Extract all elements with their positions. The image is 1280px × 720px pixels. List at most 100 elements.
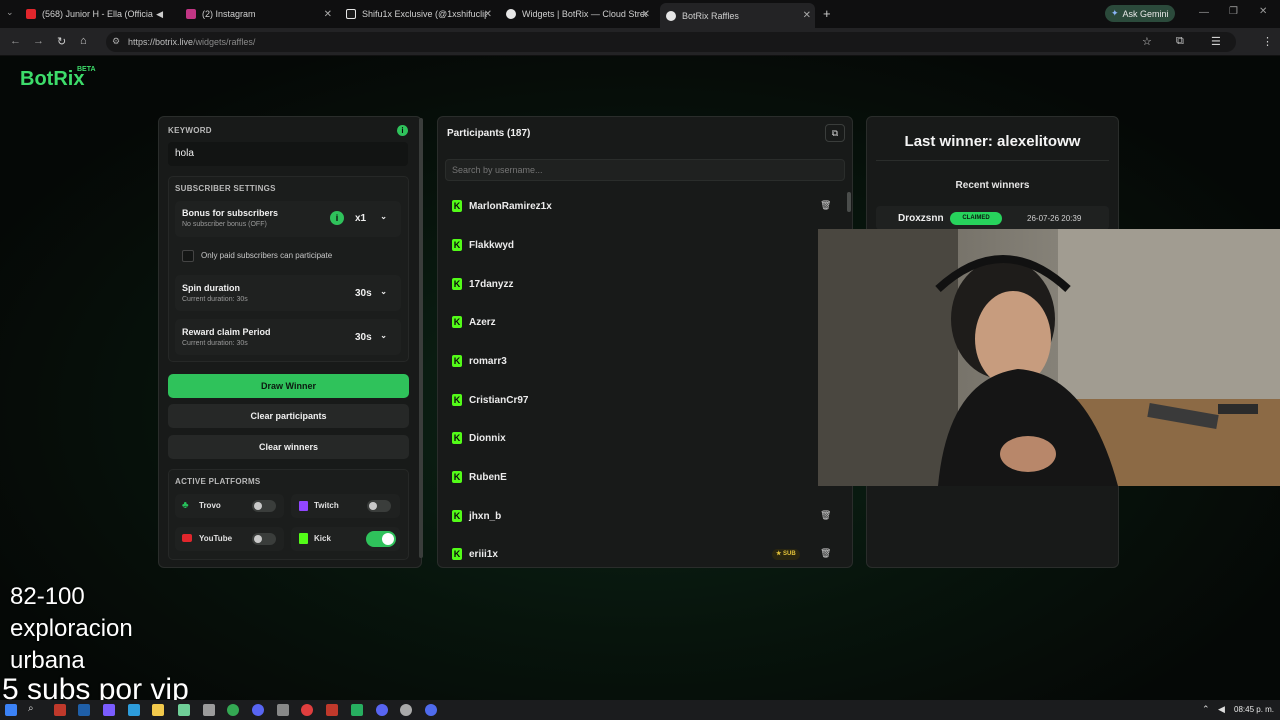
trash-icon[interactable]: 🗑 — [820, 548, 831, 559]
list-item[interactable]: K RubenE — [445, 461, 845, 495]
reward-subtitle: Current duration: 30s — [182, 340, 248, 347]
chrome-icon[interactable] — [227, 704, 239, 716]
tiktok-icon — [346, 9, 356, 19]
list-item[interactable]: K Dionnix — [445, 422, 845, 456]
close-tab-icon[interactable]: ✕ — [803, 10, 811, 21]
browser-tab-bar: ⌄ (568) Junior H - Ella (Officia ◀ (2) I… — [0, 0, 1280, 28]
list-item[interactable]: K eriii1x ★ SUB 🗑 — [445, 538, 845, 572]
botrix-icon — [506, 9, 516, 19]
kick-icon: K — [452, 548, 462, 560]
list-item[interactable]: K MarlonRamirez1x 🗑 — [445, 190, 845, 224]
extensions-icon[interactable]: ⧉ — [1176, 35, 1184, 48]
ask-gemini-button[interactable]: ✦ Ask Gemini — [1105, 5, 1175, 22]
twitch-toggle[interactable] — [367, 500, 391, 512]
tab-search-icon[interactable]: ⌄ — [6, 7, 14, 18]
clock[interactable]: 08:45 p. m. — [1234, 705, 1274, 714]
list-item[interactable]: K Flakkwyd — [445, 229, 845, 263]
platform-name: Twitch — [314, 501, 339, 510]
steam-icon[interactable] — [78, 704, 90, 716]
tab-instagram[interactable]: (2) Instagram ✕ — [186, 4, 336, 24]
close-tab-icon[interactable]: ✕ — [324, 9, 332, 20]
address-bar[interactable]: ⚙ https://botrix.live/widgets/raffles/ — [106, 32, 1236, 52]
participant-name: CristianCr97 — [469, 395, 529, 406]
trovo-toggle[interactable] — [252, 500, 276, 512]
close-tab-icon[interactable]: ✕ — [484, 9, 492, 20]
app-icon[interactable] — [326, 704, 338, 716]
file-explorer-icon[interactable] — [152, 704, 164, 716]
app-icon[interactable] — [103, 704, 115, 716]
minimize-icon[interactable]: — — [1199, 7, 1209, 18]
info-icon[interactable]: i — [397, 125, 408, 136]
info-icon[interactable]: i — [330, 211, 344, 225]
clear-winners-button[interactable]: Clear winners — [168, 435, 409, 459]
bookmark-star-icon[interactable]: ☆ — [1142, 35, 1152, 48]
app-icon[interactable] — [178, 704, 190, 716]
keyword-input[interactable]: hola — [168, 142, 408, 166]
trash-icon[interactable]: 🗑 — [820, 200, 831, 211]
tray-chevron-icon[interactable]: ⌃ — [1202, 704, 1210, 715]
obs-icon[interactable] — [301, 704, 313, 716]
forward-icon[interactable]: → — [33, 35, 44, 47]
settings-scrollbar[interactable] — [419, 118, 423, 558]
reload-icon[interactable]: ↻ — [57, 35, 66, 48]
botrix-logo[interactable]: BotRix — [20, 68, 84, 91]
site-info-icon[interactable]: ⚙ — [112, 36, 120, 47]
tab-youtube[interactable]: (568) Junior H - Ella (Officia ◀ — [26, 4, 171, 24]
windows-start-icon[interactable] — [5, 704, 17, 716]
overlay-line: 82-100 — [10, 583, 85, 610]
youtube-icon — [182, 534, 192, 542]
app-icon[interactable] — [376, 704, 388, 716]
participant-search-input[interactable] — [445, 159, 845, 181]
overlay-line: exploracion — [10, 615, 133, 642]
close-window-icon[interactable]: ✕ — [1259, 6, 1267, 17]
back-icon[interactable]: ← — [10, 35, 21, 47]
bonus-select[interactable]: x1 ⌄ — [349, 208, 393, 228]
speaker-icon[interactable]: ◀ — [1218, 704, 1225, 715]
youtube-toggle[interactable] — [252, 533, 276, 545]
participant-name: jhxn_b — [469, 511, 502, 522]
participant-name: MarlonRamirez1x — [469, 201, 552, 212]
kick-icon: K — [452, 239, 462, 251]
list-item[interactable]: K Azerz — [445, 306, 845, 340]
draw-winner-button[interactable]: Draw Winner — [168, 374, 409, 398]
botrix-icon — [666, 10, 676, 21]
list-item[interactable]: K jhxn_b 🗑 — [445, 500, 845, 534]
search-icon[interactable]: ⌕ — [28, 703, 40, 715]
app-icon[interactable] — [400, 704, 412, 716]
participants-scrollbar[interactable] — [847, 192, 851, 212]
windows-taskbar: ⌕ ⌃ ◀ 08:45 p. m. — [0, 700, 1280, 720]
winner-time: 26-07-26 20:39 — [1027, 214, 1082, 223]
participants-title: Participants (187) — [447, 128, 531, 139]
only-paid-checkbox[interactable] — [182, 250, 194, 262]
tab-search-icon[interactable]: ☰ — [1211, 35, 1221, 48]
list-item[interactable]: K romarr3 — [445, 345, 845, 379]
close-tab-icon[interactable]: ✕ — [642, 9, 650, 20]
app-icon[interactable] — [351, 704, 363, 716]
maximize-icon[interactable]: ❐ — [1229, 6, 1238, 17]
kick-toggle[interactable] — [366, 531, 396, 547]
copy-icon[interactable]: ⧉ — [825, 124, 845, 142]
app-icon[interactable] — [203, 704, 215, 716]
tab-tiktok[interactable]: Shifu1x Exclusive (@1xshifuclip ✕ — [346, 4, 496, 24]
trash-icon[interactable]: 🗑 — [820, 510, 831, 521]
bonus-subtitle: No subscriber bonus (OFF) — [182, 221, 267, 228]
app-icon[interactable] — [54, 704, 66, 716]
reward-claim-select[interactable]: 30s ⌄ — [349, 327, 393, 347]
list-item[interactable]: K CristianCr97 — [445, 384, 845, 418]
clear-participants-button[interactable]: Clear participants — [168, 404, 409, 428]
app-icon[interactable] — [425, 704, 437, 716]
new-tab-icon[interactable]: + — [823, 6, 831, 21]
kick-icon: K — [452, 471, 462, 483]
speaker-icon[interactable]: ◀ — [156, 9, 163, 20]
menu-icon[interactable]: ⋮ — [1262, 35, 1273, 48]
kick-icon: K — [452, 278, 462, 290]
tab-botrix-widgets[interactable]: Widgets | BotRix — Cloud Strea ✕ — [506, 4, 654, 24]
tab-botrix-raffles[interactable]: BotRix Raffles ✕ — [660, 3, 815, 28]
edge-icon[interactable] — [128, 704, 140, 716]
home-icon[interactable]: ⌂ — [80, 35, 87, 47]
spin-duration-select[interactable]: 30s ⌄ — [349, 283, 393, 303]
discord-icon[interactable] — [252, 704, 264, 716]
list-item[interactable]: K 17danyzz — [445, 268, 845, 302]
winner-name: Droxzsnn — [898, 213, 944, 224]
app-icon[interactable] — [277, 704, 289, 716]
